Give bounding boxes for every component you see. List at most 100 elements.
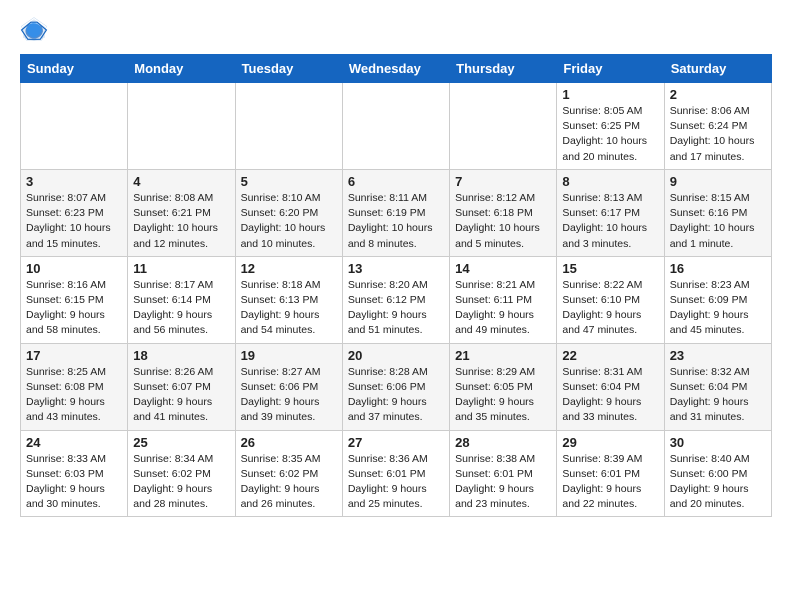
weekday-header-monday: Monday <box>128 55 235 83</box>
day-number: 10 <box>26 261 122 276</box>
day-cell: 17 Sunrise: 8:25 AM Sunset: 6:08 PM Dayli… <box>21 343 128 430</box>
day-info: Sunrise: 8:16 AM Sunset: 6:15 PM Dayligh… <box>26 278 122 339</box>
day-number: 20 <box>348 348 444 363</box>
day-info: Sunrise: 8:20 AM Sunset: 6:12 PM Dayligh… <box>348 278 444 339</box>
day-number: 19 <box>241 348 337 363</box>
page: SundayMondayTuesdayWednesdayThursdayFrid… <box>0 0 792 533</box>
day-number: 17 <box>26 348 122 363</box>
day-cell: 25 Sunrise: 8:34 AM Sunset: 6:02 PM Dayli… <box>128 430 235 517</box>
day-number: 30 <box>670 435 766 450</box>
week-row-1: 3 Sunrise: 8:07 AM Sunset: 6:23 PM Daylig… <box>21 169 772 256</box>
day-cell: 5Sunrise: 8:10 AM Sunset: 6:20 PM Daylig… <box>235 169 342 256</box>
day-number: 25 <box>133 435 229 450</box>
day-info: Sunrise: 8:39 AM Sunset: 6:01 PM Dayligh… <box>562 452 658 513</box>
day-cell <box>21 83 128 170</box>
day-number: 14 <box>455 261 551 276</box>
calendar-table: SundayMondayTuesdayWednesdayThursdayFrid… <box>20 54 772 517</box>
week-row-4: 24 Sunrise: 8:33 AM Sunset: 6:03 PM Dayli… <box>21 430 772 517</box>
day-cell: 14 Sunrise: 8:21 AM Sunset: 6:11 PM Dayli… <box>450 256 557 343</box>
day-info: Sunrise: 8:27 AM Sunset: 6:06 PM Dayligh… <box>241 365 337 426</box>
day-info: Sunrise: 8:28 AM Sunset: 6:06 PM Dayligh… <box>348 365 444 426</box>
day-info: Sunrise: 8:15 AM Sunset: 6:16 PM Dayligh… <box>670 191 766 252</box>
weekday-header-saturday: Saturday <box>664 55 771 83</box>
weekday-header-row: SundayMondayTuesdayWednesdayThursdayFrid… <box>21 55 772 83</box>
day-info: Sunrise: 8:23 AM Sunset: 6:09 PM Dayligh… <box>670 278 766 339</box>
day-number: 11 <box>133 261 229 276</box>
day-info: Sunrise: 8:34 AM Sunset: 6:02 PM Dayligh… <box>133 452 229 513</box>
day-number: 4 <box>133 174 229 189</box>
day-number: 22 <box>562 348 658 363</box>
day-cell: 29 Sunrise: 8:39 AM Sunset: 6:01 PM Dayli… <box>557 430 664 517</box>
day-number: 3 <box>26 174 122 189</box>
day-number: 2 <box>670 87 766 102</box>
day-cell: 28 Sunrise: 8:38 AM Sunset: 6:01 PM Dayli… <box>450 430 557 517</box>
day-number: 18 <box>133 348 229 363</box>
day-info: Sunrise: 8:36 AM Sunset: 6:01 PM Dayligh… <box>348 452 444 513</box>
header <box>20 16 772 44</box>
day-info: Sunrise: 8:06 AM Sunset: 6:24 PM Dayligh… <box>670 104 766 165</box>
day-info: Sunrise: 8:40 AM Sunset: 6:00 PM Dayligh… <box>670 452 766 513</box>
week-row-2: 10 Sunrise: 8:16 AM Sunset: 6:15 PM Dayli… <box>21 256 772 343</box>
day-info: Sunrise: 8:35 AM Sunset: 6:02 PM Dayligh… <box>241 452 337 513</box>
day-cell: 21Sunrise: 8:29 AM Sunset: 6:05 PM Dayli… <box>450 343 557 430</box>
day-cell <box>342 83 449 170</box>
logo-icon <box>20 16 48 44</box>
day-number: 7 <box>455 174 551 189</box>
day-number: 15 <box>562 261 658 276</box>
day-cell: 15 Sunrise: 8:22 AM Sunset: 6:10 PM Dayli… <box>557 256 664 343</box>
day-info: Sunrise: 8:25 AM Sunset: 6:08 PM Dayligh… <box>26 365 122 426</box>
day-info: Sunrise: 8:38 AM Sunset: 6:01 PM Dayligh… <box>455 452 551 513</box>
day-cell: 19 Sunrise: 8:27 AM Sunset: 6:06 PM Dayli… <box>235 343 342 430</box>
day-info: Sunrise: 8:07 AM Sunset: 6:23 PM Dayligh… <box>26 191 122 252</box>
day-info: Sunrise: 8:17 AM Sunset: 6:14 PM Dayligh… <box>133 278 229 339</box>
week-row-3: 17 Sunrise: 8:25 AM Sunset: 6:08 PM Dayli… <box>21 343 772 430</box>
weekday-header-friday: Friday <box>557 55 664 83</box>
day-info: Sunrise: 8:32 AM Sunset: 6:04 PM Dayligh… <box>670 365 766 426</box>
day-cell <box>128 83 235 170</box>
day-info: Sunrise: 8:22 AM Sunset: 6:10 PM Dayligh… <box>562 278 658 339</box>
day-number: 28 <box>455 435 551 450</box>
day-info: Sunrise: 8:12 AM Sunset: 6:18 PM Dayligh… <box>455 191 551 252</box>
day-number: 13 <box>348 261 444 276</box>
day-number: 21 <box>455 348 551 363</box>
day-cell: 11 Sunrise: 8:17 AM Sunset: 6:14 PM Dayli… <box>128 256 235 343</box>
day-info: Sunrise: 8:11 AM Sunset: 6:19 PM Dayligh… <box>348 191 444 252</box>
day-cell: 18 Sunrise: 8:26 AM Sunset: 6:07 PM Dayli… <box>128 343 235 430</box>
day-cell: 24 Sunrise: 8:33 AM Sunset: 6:03 PM Dayli… <box>21 430 128 517</box>
day-cell: 22 Sunrise: 8:31 AM Sunset: 6:04 PM Dayli… <box>557 343 664 430</box>
day-cell: 23 Sunrise: 8:32 AM Sunset: 6:04 PM Dayli… <box>664 343 771 430</box>
day-number: 24 <box>26 435 122 450</box>
day-cell <box>450 83 557 170</box>
day-number: 23 <box>670 348 766 363</box>
weekday-header-thursday: Thursday <box>450 55 557 83</box>
day-cell: 8Sunrise: 8:13 AM Sunset: 6:17 PM Daylig… <box>557 169 664 256</box>
day-cell: 26Sunrise: 8:35 AM Sunset: 6:02 PM Dayli… <box>235 430 342 517</box>
weekday-header-wednesday: Wednesday <box>342 55 449 83</box>
day-number: 9 <box>670 174 766 189</box>
day-info: Sunrise: 8:31 AM Sunset: 6:04 PM Dayligh… <box>562 365 658 426</box>
day-cell: 20 Sunrise: 8:28 AM Sunset: 6:06 PM Dayli… <box>342 343 449 430</box>
day-info: Sunrise: 8:26 AM Sunset: 6:07 PM Dayligh… <box>133 365 229 426</box>
day-number: 29 <box>562 435 658 450</box>
week-row-0: 1Sunrise: 8:05 AM Sunset: 6:25 PM Daylig… <box>21 83 772 170</box>
day-cell: 12Sunrise: 8:18 AM Sunset: 6:13 PM Dayli… <box>235 256 342 343</box>
day-info: Sunrise: 8:10 AM Sunset: 6:20 PM Dayligh… <box>241 191 337 252</box>
day-number: 16 <box>670 261 766 276</box>
day-info: Sunrise: 8:21 AM Sunset: 6:11 PM Dayligh… <box>455 278 551 339</box>
day-info: Sunrise: 8:05 AM Sunset: 6:25 PM Dayligh… <box>562 104 658 165</box>
day-cell: 16 Sunrise: 8:23 AM Sunset: 6:09 PM Dayli… <box>664 256 771 343</box>
day-cell: 3 Sunrise: 8:07 AM Sunset: 6:23 PM Daylig… <box>21 169 128 256</box>
day-cell: 1Sunrise: 8:05 AM Sunset: 6:25 PM Daylig… <box>557 83 664 170</box>
day-number: 6 <box>348 174 444 189</box>
day-cell: 30 Sunrise: 8:40 AM Sunset: 6:00 PM Dayli… <box>664 430 771 517</box>
day-info: Sunrise: 8:08 AM Sunset: 6:21 PM Dayligh… <box>133 191 229 252</box>
logo <box>20 16 54 44</box>
weekday-header-sunday: Sunday <box>21 55 128 83</box>
day-cell: 7 Sunrise: 8:12 AM Sunset: 6:18 PM Daylig… <box>450 169 557 256</box>
weekday-header-tuesday: Tuesday <box>235 55 342 83</box>
day-cell: 2 Sunrise: 8:06 AM Sunset: 6:24 PM Daylig… <box>664 83 771 170</box>
day-cell: 4 Sunrise: 8:08 AM Sunset: 6:21 PM Daylig… <box>128 169 235 256</box>
day-number: 8 <box>562 174 658 189</box>
day-info: Sunrise: 8:33 AM Sunset: 6:03 PM Dayligh… <box>26 452 122 513</box>
day-number: 27 <box>348 435 444 450</box>
